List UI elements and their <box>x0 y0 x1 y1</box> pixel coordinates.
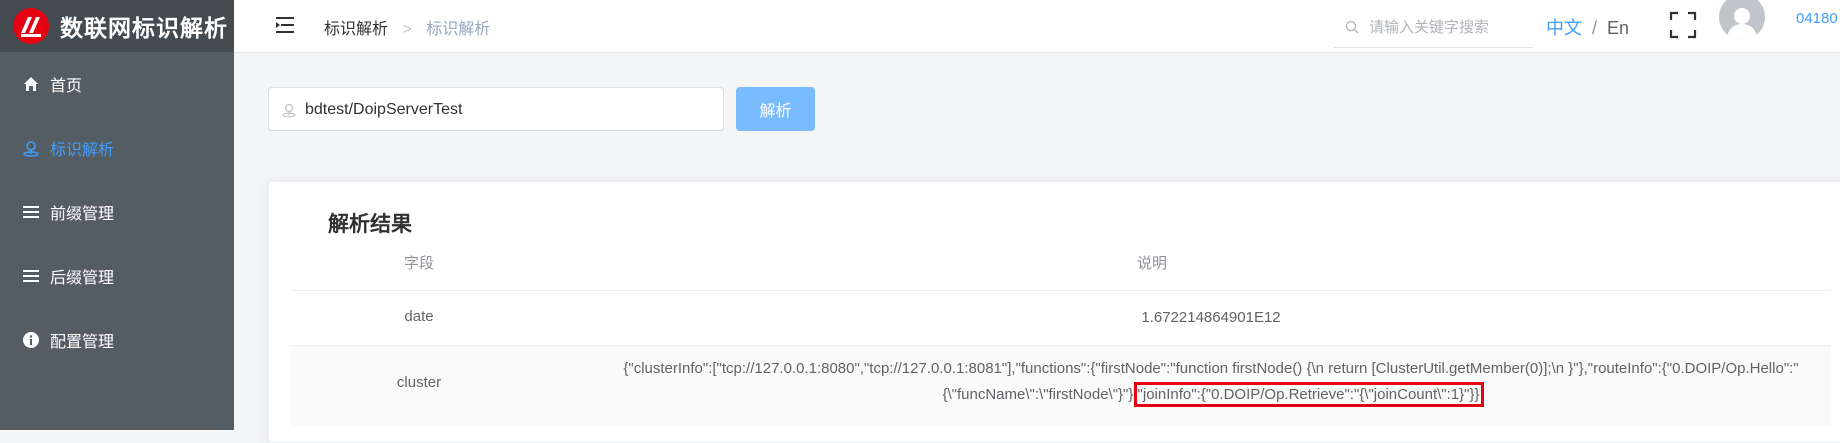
list-icon <box>22 203 40 221</box>
breadcrumb-item[interactable]: 标识解析 <box>324 21 388 38</box>
cell-field: date <box>404 308 434 325</box>
lang-separator: / <box>1592 18 1598 38</box>
column-header-description: 说明 <box>1136 255 1167 272</box>
result-card: 解析结果 字段 说明 date 1.672214864901E12 cluste… <box>268 181 1840 443</box>
sidebar-item-suffix-management[interactable]: 后缀管理 <box>0 244 234 308</box>
identifier-input[interactable] <box>303 97 707 123</box>
menu-toggle-icon[interactable] <box>274 14 298 36</box>
search-icon <box>1345 20 1359 34</box>
location-icon <box>282 103 296 118</box>
sidebar-item-identifier-resolution[interactable]: 标识解析 <box>0 116 234 180</box>
cell-value-line: {"clusterInfo":["tcp://127.0.0.1:8080","… <box>623 360 1799 377</box>
language-switch: 中文 / En <box>1546 14 1629 40</box>
logo-icon <box>13 8 49 44</box>
sidebar-item-label: 后缀管理 <box>50 270 115 287</box>
cell-value-line: {\"funcName\":\"firstNode\"}"},"joinInfo… <box>491 382 1840 408</box>
header-search <box>1333 7 1533 48</box>
lang-en-option[interactable]: En <box>1607 18 1629 38</box>
highlighted-join-info: "joinInfo":{"0.DOIP/Op.Retrieve":"{\"joi… <box>1133 382 1484 407</box>
fullscreen-icon[interactable] <box>1669 11 1697 39</box>
breadcrumb: 标识解析 > 标识解析 <box>324 15 490 39</box>
sidebar: 数联网标识解析 首页 标识解析 前缀管理 后缀管理 配置管理 <box>0 0 234 430</box>
avatar[interactable] <box>1719 0 1765 40</box>
list-icon <box>22 267 40 285</box>
column-header-field: 字段 <box>403 255 434 272</box>
table-row: cluster {"clusterInfo":["tcp://127.0.0.1… <box>291 346 1831 426</box>
search-input[interactable] <box>1367 13 1531 41</box>
logo: 数联网标识解析 <box>0 0 234 52</box>
app-title: 数联网标识解析 <box>60 15 228 41</box>
cell-field: cluster <box>396 374 442 391</box>
user-icon <box>1727 8 1757 40</box>
sidebar-item-config-management[interactable]: 配置管理 <box>0 308 234 372</box>
cell-value: 1.672214864901E12 <box>1141 309 1281 326</box>
breadcrumb-separator: > <box>402 21 412 38</box>
breadcrumb-current: 标识解析 <box>426 21 491 38</box>
cell-value: {"clusterInfo":["tcp://127.0.0.1:8080","… <box>491 356 1840 408</box>
sidebar-item-prefix-management[interactable]: 前缀管理 <box>0 180 234 244</box>
sidebar-item-label: 配置管理 <box>50 334 115 351</box>
location-icon <box>22 139 40 157</box>
sidebar-item-label: 前缀管理 <box>50 206 115 223</box>
sidebar-item-label: 首页 <box>50 78 83 95</box>
info-icon <box>22 331 40 349</box>
resolve-button[interactable]: 解析 <box>736 87 815 131</box>
lang-zh-option[interactable]: 中文 <box>1546 18 1582 38</box>
top-header: 标识解析 > 标识解析 中文 / En 04180 <box>234 0 1840 53</box>
sidebar-item-label: 标识解析 <box>50 142 115 159</box>
cell-value-segment: {\"funcName\":\"firstNode\"}"}, <box>942 386 1138 403</box>
home-icon <box>22 75 40 93</box>
result-title: 解析结果 <box>328 213 412 236</box>
sidebar-item-home[interactable]: 首页 <box>0 52 234 116</box>
table-row: date 1.672214864901E12 <box>291 291 1831 345</box>
user-id[interactable]: 04180 <box>1796 10 1838 27</box>
identifier-input-wrapper <box>268 87 724 131</box>
